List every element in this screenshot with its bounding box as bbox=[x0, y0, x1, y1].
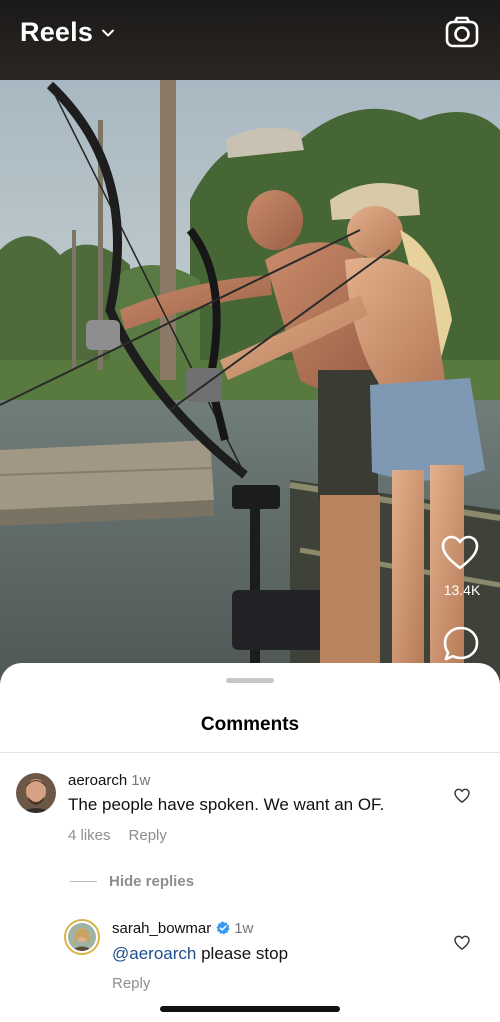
chevron-down-icon bbox=[102, 29, 115, 37]
sheet-grabber-handle[interactable] bbox=[226, 678, 274, 683]
comments-title: Comments bbox=[200, 714, 300, 735]
comment-meta-row: 4 likes Reply bbox=[68, 827, 167, 844]
reply-like-heart-icon[interactable] bbox=[454, 935, 470, 951]
comments-sheet: Comments aeroarch 1w The people have spok… bbox=[0, 663, 500, 1022]
camera-icon[interactable] bbox=[444, 14, 480, 50]
hide-replies-label: Hide replies bbox=[109, 873, 195, 890]
hide-replies-line bbox=[70, 881, 97, 882]
comment-time: 1w bbox=[131, 772, 151, 789]
reels-title-dropdown[interactable]: Reels bbox=[20, 14, 115, 50]
reply-mention-link[interactable]: @aeroarch bbox=[112, 944, 196, 963]
reel-video-frame bbox=[0, 80, 500, 700]
comment-username-row: aeroarch 1w bbox=[68, 772, 150, 789]
reply-body: please stop bbox=[196, 944, 289, 963]
reply-meta-row: Reply bbox=[112, 975, 150, 992]
comment-reply-button[interactable]: Reply bbox=[129, 827, 167, 844]
reply-time: 1w bbox=[234, 920, 254, 937]
like-count: 13.4K bbox=[443, 582, 481, 598]
hide-replies-toggle[interactable]: Hide replies bbox=[70, 873, 194, 890]
comment-bubble-icon[interactable] bbox=[441, 624, 481, 664]
comment-likes-count[interactable]: 4 likes bbox=[68, 827, 111, 844]
verified-badge-icon bbox=[216, 921, 230, 935]
reply-username[interactable]: sarah_bowmar bbox=[112, 920, 211, 937]
comment-username[interactable]: aeroarch bbox=[68, 772, 127, 789]
home-indicator[interactable] bbox=[160, 1006, 340, 1012]
comment-like-heart-icon[interactable] bbox=[454, 788, 470, 804]
reply-text: @aeroarch please stop bbox=[112, 944, 288, 964]
avatar-sarah-bowmar[interactable] bbox=[64, 919, 100, 955]
sheet-divider bbox=[0, 752, 500, 753]
reply-username-row: sarah_bowmar 1w bbox=[112, 920, 253, 937]
comment-text: The people have spoken. We want an OF. bbox=[68, 795, 385, 814]
reel-video[interactable]: Reels 13.4K bbox=[0, 0, 500, 700]
reply-reply-button[interactable]: Reply bbox=[112, 975, 150, 992]
heart-outline-icon[interactable] bbox=[441, 535, 479, 571]
reels-title: Reels bbox=[20, 16, 94, 47]
avatar-aeroarch[interactable] bbox=[16, 773, 56, 813]
